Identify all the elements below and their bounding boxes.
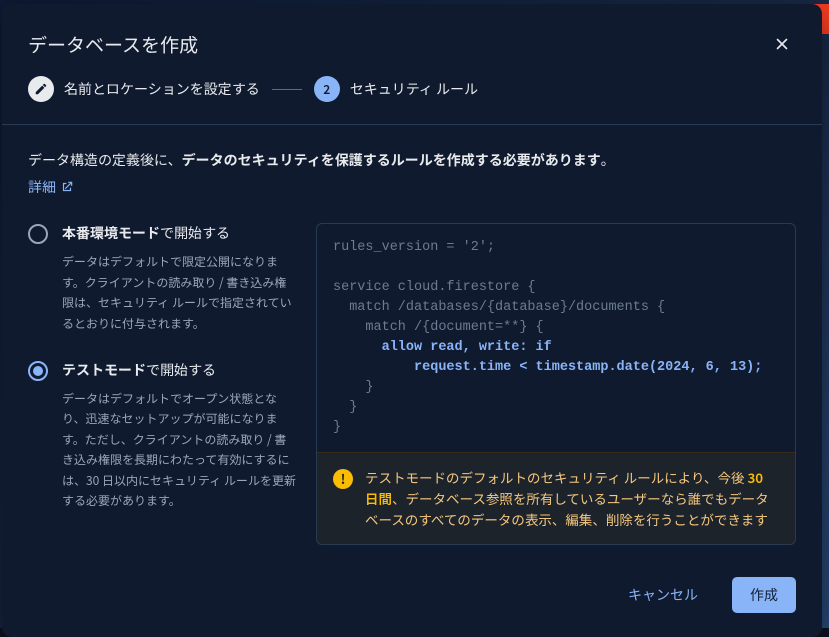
mode-test-strong: テストモード [62, 360, 146, 380]
rules-panel: rules_version = '2'; service cloud.fires… [316, 223, 796, 544]
warning-pre: テストモードのデフォルトのセキュリティ ルールにより、今後 [365, 467, 747, 487]
radio-production[interactable] [28, 224, 48, 244]
create-button[interactable]: 作成 [732, 577, 796, 613]
modal-title: データベースを作成 [28, 31, 198, 58]
step-1[interactable]: 名前とロケーションを設定する [28, 76, 260, 102]
intro-text: データ構造の定義後に、データのセキュリティを保護するルールを作成する必要がありま… [28, 149, 796, 171]
step-connector [272, 89, 302, 90]
create-database-modal: データベースを作成 名前とロケーションを設定する 2 セキュリティ ルール デー… [2, 4, 822, 637]
modal-body: データ構造の定義後に、データのセキュリティを保護するルールを作成する必要がありま… [2, 125, 822, 555]
mode-option-production[interactable]: 本番環境モードで開始する データはデフォルトで限定公開になります。クライアントの… [28, 223, 296, 334]
mode-production-rest: で開始する [160, 223, 230, 243]
cancel-button[interactable]: キャンセル [610, 577, 716, 613]
mode-production-text: 本番環境モードで開始する データはデフォルトで限定公開になります。クライアントの… [62, 223, 296, 334]
code-l10: } [333, 420, 341, 435]
radio-test[interactable] [28, 361, 48, 381]
code-l5: match /{document=**} { [333, 320, 544, 335]
intro-prefix: データ構造の定義後に、 [28, 150, 182, 170]
intro-suffix: 。 [601, 150, 615, 170]
close-button[interactable] [768, 30, 796, 58]
mode-test-title: テストモードで開始する [62, 360, 296, 381]
external-link-icon [60, 180, 74, 194]
step-2[interactable]: 2 セキュリティ ルール [314, 76, 478, 102]
learn-more-label: 詳細 [28, 177, 56, 197]
code-l3: service cloud.firestore { [333, 280, 536, 295]
mode-options: 本番環境モードで開始する データはデフォルトで限定公開になります。クライアントの… [28, 223, 296, 544]
mode-production-strong: 本番環境モード [62, 223, 160, 243]
warning-post: 、データベース参照を所有しているユーザーなら誰でもデータベースのすべてのデータの… [365, 488, 769, 529]
close-icon [773, 35, 791, 53]
code-l6a [333, 340, 382, 355]
mode-production-title: 本番環境モードで開始する [62, 223, 296, 244]
rules-code: rules_version = '2'; service cloud.fires… [317, 224, 795, 452]
mode-test-text: テストモードで開始する データはデフォルトでオープン状態となり、迅速なセットアッ… [62, 360, 296, 511]
learn-more-link[interactable]: 詳細 [28, 177, 74, 197]
mode-test-desc: データはデフォルトでオープン状態となり、迅速なセットアップが可能になります。ただ… [62, 389, 296, 511]
warning-text: テストモードのデフォルトのセキュリティ ルールにより、今後 30 日間、データベ… [365, 467, 779, 530]
step-2-number: 2 [323, 81, 330, 98]
step-2-label: セキュリティ ルール [350, 79, 478, 99]
modal-header: データベースを作成 [2, 4, 822, 76]
mode-production-desc: データはデフォルトで限定公開になります。クライアントの読み取り / 書き込み権限… [62, 252, 296, 334]
code-l4: match /databases/{database}/documents { [333, 300, 665, 315]
code-l7b: request.time < timestamp.date(2024, 6, 1… [414, 360, 762, 375]
step-1-label: 名前とロケーションを設定する [64, 79, 260, 99]
step-2-circle: 2 [314, 76, 340, 102]
warning-box: ! テストモードのデフォルトのセキュリティ ルールにより、今後 30 日間、デー… [317, 452, 795, 544]
code-l7a [333, 360, 414, 375]
intro-bold: データのセキュリティを保護するルールを作成する必要があります [182, 150, 601, 170]
pencil-icon [34, 82, 48, 96]
code-l8: } [333, 380, 374, 395]
mode-test-rest: で開始する [146, 360, 216, 380]
step-1-circle [28, 76, 54, 102]
code-l1: rules_version = '2'; [333, 240, 495, 255]
mode-option-test[interactable]: テストモードで開始する データはデフォルトでオープン状態となり、迅速なセットアッ… [28, 360, 296, 511]
stepper: 名前とロケーションを設定する 2 セキュリティ ルール [2, 76, 822, 124]
code-l9: } [333, 400, 357, 415]
warning-icon: ! [333, 469, 353, 489]
modal-footer: キャンセル 作成 [2, 555, 822, 637]
content-row: 本番環境モードで開始する データはデフォルトで限定公開になります。クライアントの… [28, 223, 796, 544]
code-l6b: allow read, write: if [382, 340, 552, 355]
